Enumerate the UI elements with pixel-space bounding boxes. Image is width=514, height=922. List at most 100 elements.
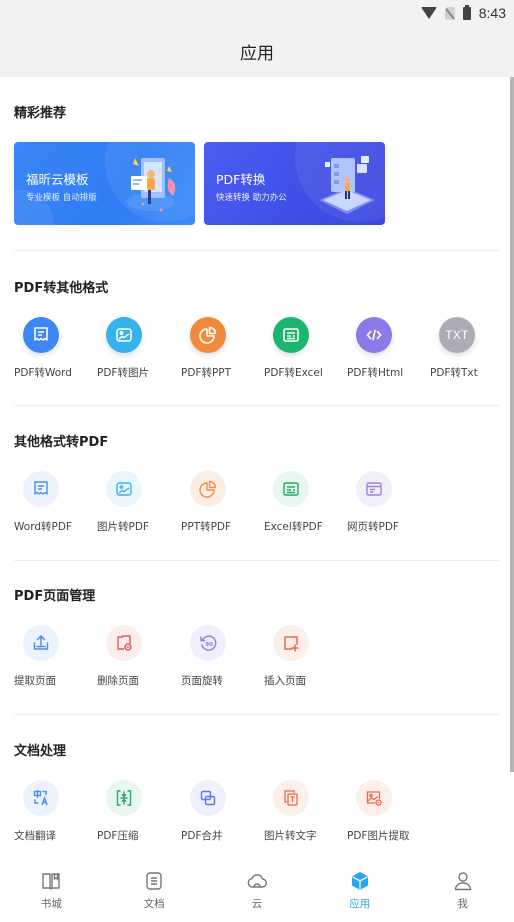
image-icon <box>106 317 142 353</box>
tool-webpage-to-pdf[interactable]: 网页转PDF <box>347 471 430 551</box>
battery-icon <box>462 4 471 20</box>
word-doc-icon <box>23 471 59 507</box>
image-to-text-icon <box>273 780 309 816</box>
tool-word-to-pdf[interactable]: Word转PDF <box>14 471 97 551</box>
pdf-convert-illustration-icon <box>319 156 375 214</box>
tool-label: 页面旋转 <box>181 675 223 687</box>
tool-label: Excel转PDF <box>264 521 323 533</box>
delete-page-icon <box>106 625 142 661</box>
status-time: 8:43 <box>478 5 506 21</box>
tool-label: 提取页面 <box>14 675 56 687</box>
tool-insert-pages[interactable]: 插入页面 <box>264 625 347 705</box>
tool-delete-pages[interactable]: 删除页面 <box>97 625 180 705</box>
rotate-90-icon: 90 <box>190 625 226 661</box>
banner-pdf-convert[interactable]: PDF转换 快速转换 助力办公 <box>204 142 385 225</box>
doc-processing-grid: 文档翻译 PDF压缩 PDF合并 图片转文字 PDF图片提取 <box>0 780 514 860</box>
tool-label: PDF转Excel <box>264 367 323 379</box>
scrollbar[interactable] <box>510 77 514 772</box>
image-icon <box>106 471 142 507</box>
pdf-to-other-grid: PDF转Word PDF转图片 PDF转PPT PDF转Excel PDF转Ht… <box>0 317 514 397</box>
section-title-featured: 精彩推荐 <box>14 106 67 121</box>
tool-label: PDF图片提取 <box>347 830 410 842</box>
banner-title: 福昕云模板 <box>26 172 89 187</box>
tool-pdf-to-html[interactable]: PDF转Html <box>347 317 430 397</box>
tool-label: 文档翻译 <box>14 830 56 842</box>
section-divider <box>14 714 500 715</box>
nav-item-bookstore[interactable]: 书城 <box>0 860 103 922</box>
insert-page-icon <box>273 625 309 661</box>
section-divider <box>14 250 500 251</box>
txt-icon-text: TXT <box>445 328 469 342</box>
nav-item-cloud[interactable]: 云 <box>206 860 309 922</box>
tool-pdf-to-txt[interactable]: TXT PDF转Txt <box>430 317 513 397</box>
tool-compress[interactable]: PDF压缩 <box>97 780 180 860</box>
section-title-pdf-to-other: PDF转其他格式 <box>14 281 109 296</box>
translate-icon <box>23 780 59 816</box>
pie-chart-icon <box>190 471 226 507</box>
tool-image-to-pdf[interactable]: 图片转PDF <box>97 471 180 551</box>
tool-label: PDF合并 <box>181 830 223 842</box>
tool-label: PDF转Word <box>14 367 72 379</box>
nav-item-me[interactable]: 我 <box>411 860 514 922</box>
nav-label: 书城 <box>40 898 62 910</box>
nav-item-apps[interactable]: 应用 <box>308 860 411 922</box>
banner-subtitle: 专业模板 自动排版 <box>26 193 97 203</box>
code-icon <box>356 317 392 353</box>
tool-label: PDF转Html <box>347 367 404 379</box>
tool-excel-to-pdf[interactable]: Excel转PDF <box>264 471 347 551</box>
tool-ppt-to-pdf[interactable]: PPT转PDF <box>181 471 264 551</box>
tool-image-to-text[interactable]: 图片转文字 <box>264 780 347 860</box>
word-doc-icon <box>23 317 59 353</box>
tool-pdf-to-ppt[interactable]: PDF转PPT <box>181 317 264 397</box>
user-icon <box>454 872 471 891</box>
pie-chart-icon <box>190 317 226 353</box>
other-to-pdf-grid: Word转PDF 图片转PDF PPT转PDF Excel转PDF 网页转PDF <box>0 471 514 551</box>
nav-label: 我 <box>457 898 468 910</box>
wifi-icon <box>420 7 437 19</box>
tool-label: PPT转PDF <box>181 521 232 533</box>
page-management-grid: 提取页面 删除页面 90 页面旋转 插入页面 <box>0 625 514 705</box>
section-title-other-to-pdf: 其他格式转PDF <box>14 435 109 450</box>
book-icon <box>42 873 61 890</box>
tool-extract-pages[interactable]: 提取页面 <box>14 625 97 705</box>
page-title: 应用 <box>240 44 274 64</box>
tool-label: 插入页面 <box>264 675 306 687</box>
tool-pdf-to-excel[interactable]: PDF转Excel <box>264 317 347 397</box>
image-extract-icon <box>356 780 392 816</box>
no-sim-icon <box>444 6 455 20</box>
nav-item-documents[interactable]: 文档 <box>103 860 206 922</box>
tool-pdf-image-extract[interactable]: PDF图片提取 <box>347 780 430 860</box>
banner-title: PDF转换 <box>216 172 266 187</box>
merge-icon <box>190 780 226 816</box>
compress-icon <box>106 780 142 816</box>
tool-rotate-pages[interactable]: 90 页面旋转 <box>181 625 264 705</box>
txt-icon: TXT <box>439 317 475 353</box>
tool-label: 删除页面 <box>97 675 139 687</box>
nav-label: 云 <box>251 898 263 910</box>
banner-subtitle: 快速转换 助力办公 <box>216 193 287 203</box>
webpage-icon <box>356 471 392 507</box>
template-illustration-icon <box>127 158 176 212</box>
tool-label: 图片转文字 <box>264 830 317 842</box>
section-title-page-management: PDF页面管理 <box>14 589 96 604</box>
nav-label: 应用 <box>349 898 371 910</box>
extract-upload-icon <box>23 625 59 661</box>
document-icon <box>146 872 162 890</box>
sheet-icon <box>273 317 309 353</box>
banner-cloud-template[interactable]: 福昕云模板 专业模板 自动排版 <box>14 142 195 225</box>
app-header: 应用 <box>0 26 514 77</box>
tool-label: Word转PDF <box>14 521 72 533</box>
svg-text:90: 90 <box>205 642 213 648</box>
tool-translate[interactable]: 文档翻译 <box>14 780 97 860</box>
tool-label: PDF转Txt <box>430 367 478 379</box>
tool-pdf-to-image[interactable]: PDF转图片 <box>97 317 180 397</box>
tool-label: PDF转图片 <box>97 367 149 379</box>
tool-label: 图片转PDF <box>97 521 149 533</box>
cloud-icon <box>247 874 267 888</box>
apps-cube-icon <box>351 872 368 890</box>
sheet-icon <box>273 471 309 507</box>
tool-merge[interactable]: PDF合并 <box>181 780 264 860</box>
tool-label: PDF转PPT <box>181 367 232 379</box>
tool-pdf-to-word[interactable]: PDF转Word <box>14 317 97 397</box>
content-scroll-area[interactable]: 精彩推荐 福昕云模板 专业模板 自动排版 PDF转换 快速转换 助力办公 PDF… <box>0 77 514 860</box>
